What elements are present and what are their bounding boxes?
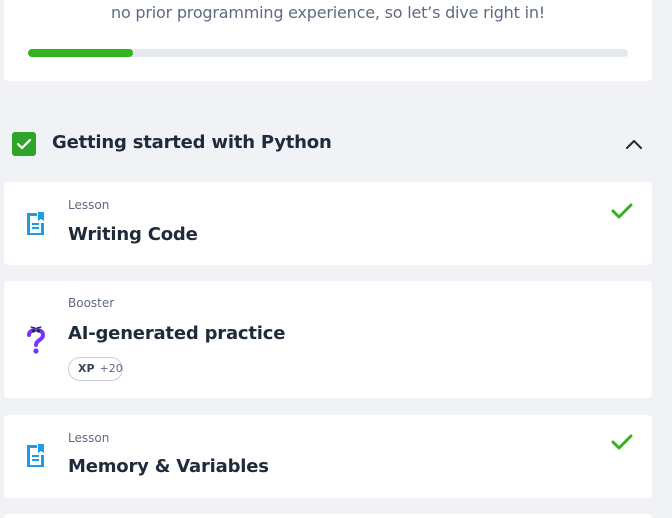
section-completed-checkbox <box>12 132 36 156</box>
lesson-card-memory-variables[interactable]: Lesson Memory & Variables <box>4 415 652 498</box>
course-intro-card: no prior programming experience, so let’… <box>4 0 652 81</box>
check-icon <box>611 433 633 455</box>
xp-label: XP <box>78 362 95 375</box>
xp-value: +20 <box>99 362 123 375</box>
question-mark-icon <box>27 323 46 361</box>
intro-text: no prior programming experience, so let’… <box>111 3 545 22</box>
course-progress-fill <box>28 49 133 57</box>
check-icon <box>16 138 32 150</box>
item-title: Writing Code <box>68 224 198 245</box>
section-title: Getting started with Python <box>52 132 332 153</box>
section-header[interactable]: Getting started with Python <box>0 124 672 164</box>
course-outline-page: no prior programming experience, so let’… <box>0 0 672 518</box>
item-title: Memory & Variables <box>68 456 269 477</box>
course-progress-bar <box>28 49 628 57</box>
collapse-section-button[interactable] <box>620 134 648 156</box>
next-item-card[interactable] <box>4 514 652 518</box>
document-icon <box>24 443 46 473</box>
document-icon <box>24 211 46 241</box>
check-icon <box>611 202 633 224</box>
item-kind-label: Lesson <box>68 198 110 212</box>
booster-card-ai-practice[interactable]: Booster AI-generated practice XP +20 <box>4 281 652 398</box>
item-kind-label: Lesson <box>68 431 110 445</box>
item-kind-label: Booster <box>68 296 115 310</box>
lesson-card-writing-code[interactable]: Lesson Writing Code <box>4 182 652 265</box>
chevron-up-icon <box>626 140 642 149</box>
item-title: AI-generated practice <box>68 323 286 344</box>
xp-badge: XP +20 <box>68 357 123 381</box>
